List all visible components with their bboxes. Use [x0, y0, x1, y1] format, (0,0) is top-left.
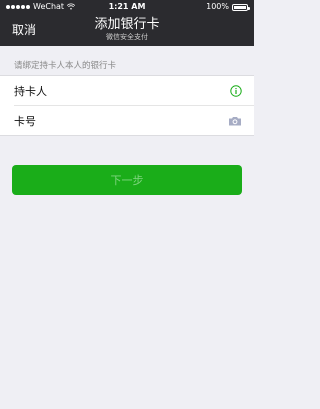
battery-fill — [234, 5, 246, 9]
page-subtitle: 微信安全支付 — [106, 33, 148, 41]
card-number-row[interactable]: 卡号 — [14, 105, 254, 135]
battery-percent: 100% — [206, 2, 229, 11]
page-title: 添加银行卡 — [94, 17, 160, 32]
card-number-label: 卡号 — [14, 114, 36, 128]
status-bar: WeChat 1:21 AM 100% — [0, 0, 254, 14]
nav-title-group: 添加银行卡 微信安全支付 — [0, 17, 254, 42]
camera-icon[interactable] — [228, 115, 242, 126]
status-right: 100% — [206, 0, 250, 14]
cardholder-label: 持卡人 — [14, 84, 47, 98]
battery-icon — [232, 3, 250, 11]
next-button[interactable]: 下一步 — [12, 165, 242, 195]
card-form: 持卡人 卡号 — [0, 75, 254, 136]
navigation-bar: 取消 添加银行卡 微信安全支付 — [0, 14, 254, 46]
info-circle-icon[interactable] — [230, 84, 242, 97]
form-hint: 请绑定持卡人本人的银行卡 — [14, 61, 117, 71]
cardholder-row[interactable]: 持卡人 — [0, 76, 254, 105]
